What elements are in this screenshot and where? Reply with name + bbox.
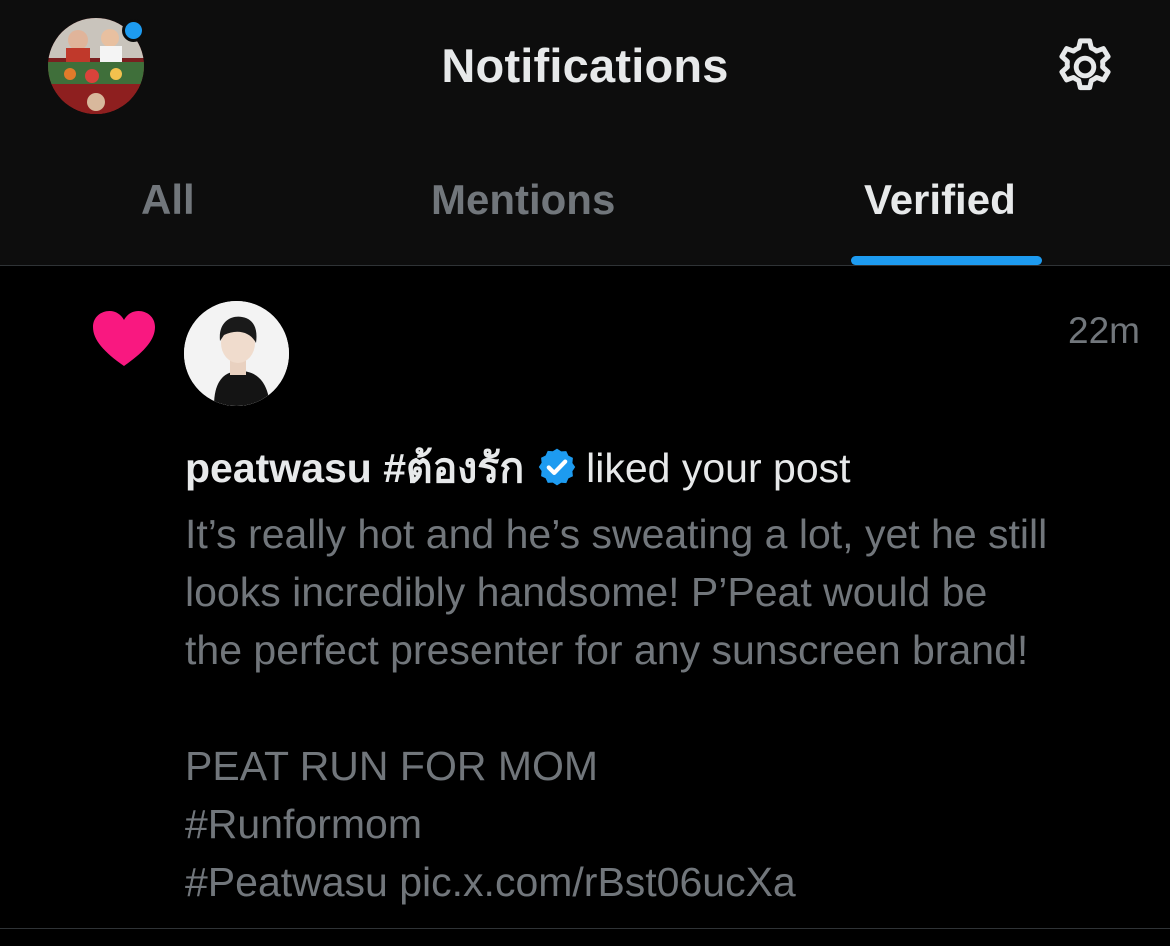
tab-mentions[interactable]: Mentions bbox=[431, 176, 615, 224]
verified-badge-icon bbox=[536, 446, 578, 488]
post-hashtag-link[interactable]: #Peatwasu pic.x.com/rBst06ucXa bbox=[185, 853, 1145, 911]
notification-time: 22m bbox=[1068, 310, 1140, 351]
post-line: PEAT RUN FOR MOM bbox=[185, 743, 599, 789]
tab-all[interactable]: All bbox=[141, 176, 195, 224]
post-blank-line bbox=[185, 679, 1145, 737]
page-title: Notifications bbox=[441, 39, 729, 92]
tab-verified[interactable]: Verified bbox=[864, 176, 1016, 224]
divider bbox=[0, 928, 1170, 929]
post-hashtag[interactable]: #Runformom bbox=[185, 795, 1145, 853]
user-avatar-image bbox=[184, 301, 289, 406]
post-line: It’s really hot and he’s sweating a lot,… bbox=[185, 511, 1048, 557]
top-bar: Notifications All Mentions Verified bbox=[0, 0, 1170, 266]
post-line: the perfect presenter for any sunscreen … bbox=[185, 627, 1029, 673]
notification-summary: peatwasu #ต้องรัก liked your post bbox=[185, 436, 851, 501]
notification-tabs: All Mentions Verified bbox=[0, 150, 1170, 265]
active-tab-indicator bbox=[851, 256, 1042, 265]
username-link[interactable]: peatwasu #ต้องรัก bbox=[185, 445, 524, 491]
user-avatar[interactable] bbox=[184, 301, 289, 406]
heart-icon bbox=[92, 310, 156, 368]
gear-icon[interactable] bbox=[1052, 34, 1118, 100]
post-line: looks incredibly handsome! P’Peat would … bbox=[185, 569, 988, 615]
post-preview[interactable]: It’s really hot and he’s sweating a lot,… bbox=[185, 505, 1145, 911]
notification-action: liked your post bbox=[586, 445, 851, 491]
